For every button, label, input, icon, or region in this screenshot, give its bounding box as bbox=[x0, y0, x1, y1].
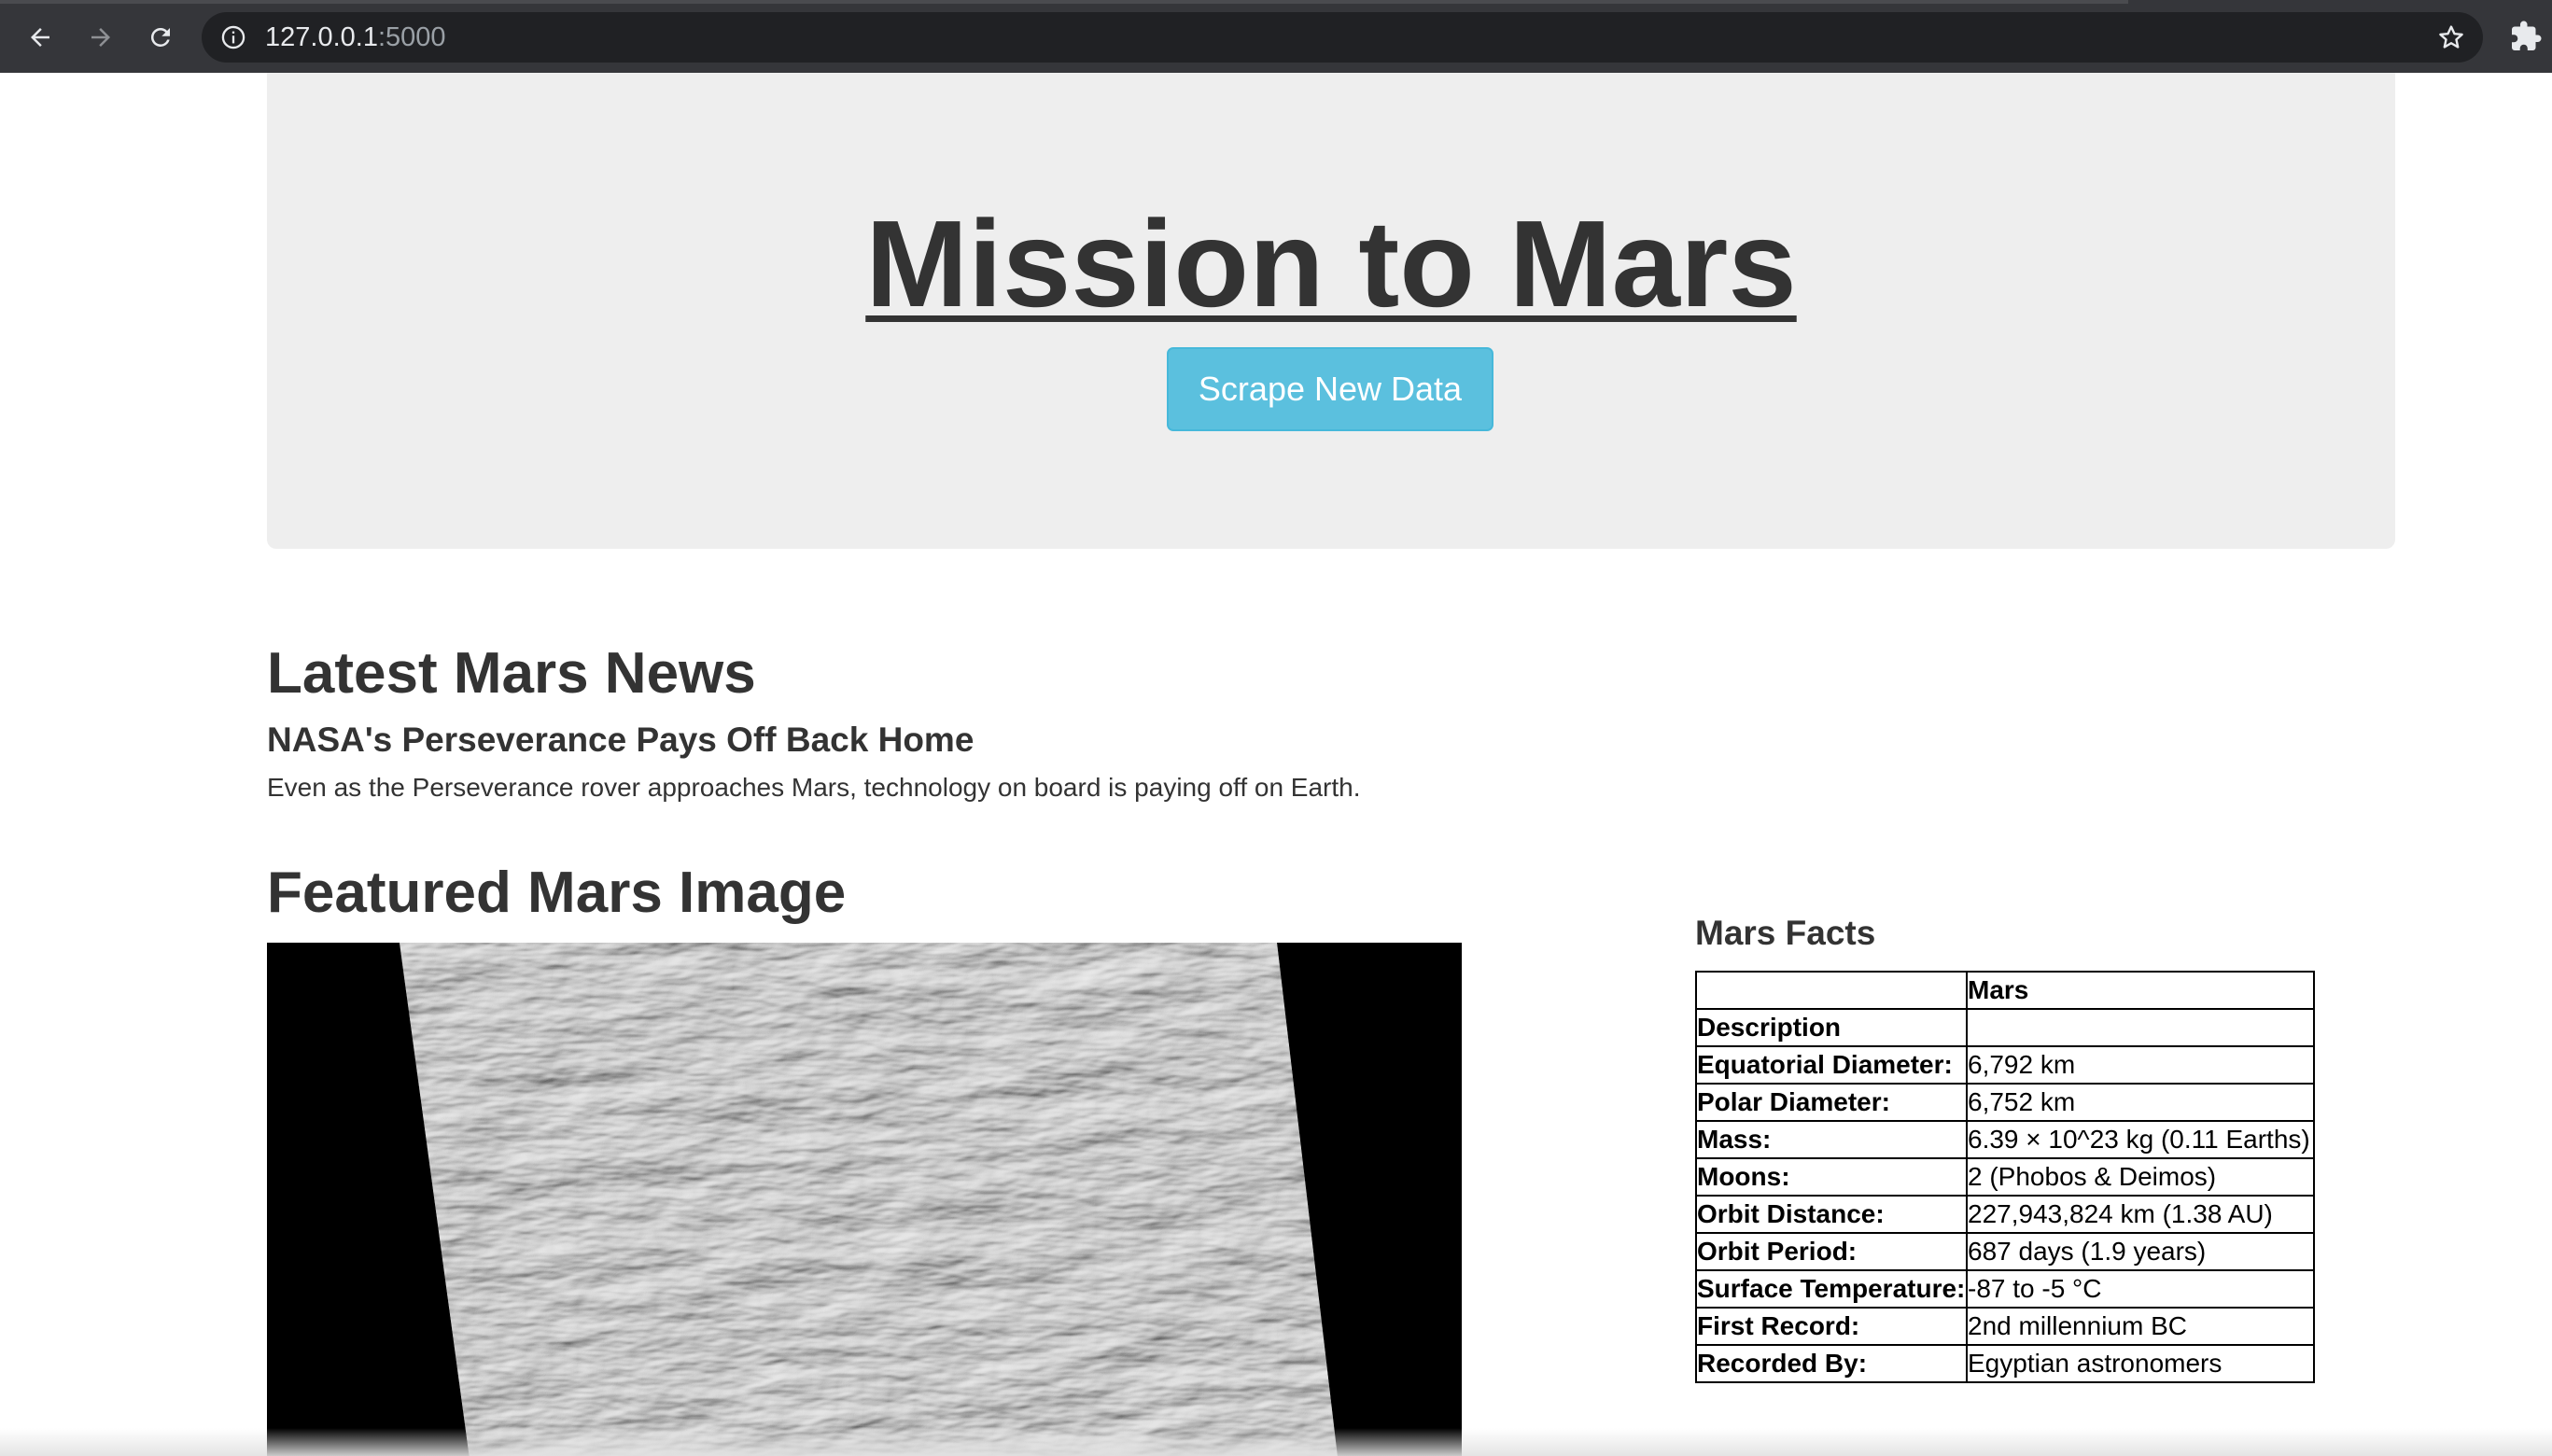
row-value: 6,792 km bbox=[1966, 1045, 2315, 1085]
featured-mars-image bbox=[267, 943, 1462, 1456]
forward-button[interactable] bbox=[80, 17, 121, 58]
row-value: 6.39 × 10^23 kg (0.11 Earths) bbox=[1966, 1120, 2315, 1159]
scrape-new-data-button[interactable]: Scrape New Data bbox=[1167, 347, 1493, 431]
table-row: Description bbox=[1695, 1008, 2315, 1047]
table-row: Mass: 6.39 × 10^23 kg (0.11 Earths) bbox=[1695, 1120, 2315, 1159]
row-value: 2 (Phobos & Deimos) bbox=[1966, 1157, 2315, 1197]
row-label: Recorded By: bbox=[1695, 1344, 1968, 1383]
news-teaser: Even as the Perseverance rover approache… bbox=[267, 773, 1361, 802]
news-section-heading: Latest Mars News bbox=[267, 641, 756, 706]
row-label: First Record: bbox=[1695, 1307, 1968, 1346]
table-header-row: Mars bbox=[1695, 971, 2315, 1010]
table-row: Polar Diameter: 6,752 km bbox=[1695, 1083, 2315, 1122]
table-row: Orbit Distance: 227,943,824 km (1.38 AU) bbox=[1695, 1195, 2315, 1234]
row-label: Polar Diameter: bbox=[1695, 1083, 1968, 1122]
table-header-mars: Mars bbox=[1966, 971, 2315, 1010]
table-row: Moons: 2 (Phobos & Deimos) bbox=[1695, 1157, 2315, 1197]
mars-facts-table: Mars Description Equatorial Diameter: 6,… bbox=[1695, 971, 2315, 1383]
table-row: Surface Temperature: -87 to -5 °C bbox=[1695, 1269, 2315, 1309]
back-arrow-icon bbox=[31, 28, 49, 47]
window-bottom-shadow bbox=[0, 1428, 2552, 1456]
row-value: 2nd millennium BC bbox=[1966, 1307, 2315, 1346]
table-header-empty bbox=[1695, 971, 1968, 1010]
tab-strip-edge bbox=[0, 0, 2128, 4]
row-label: Orbit Distance: bbox=[1695, 1195, 1968, 1234]
table-row: First Record: 2nd millennium BC bbox=[1695, 1307, 2315, 1346]
table-row: Equatorial Diameter: 6,792 km bbox=[1695, 1045, 2315, 1085]
back-button[interactable] bbox=[20, 17, 61, 58]
row-value: Egyptian astronomers bbox=[1966, 1344, 2315, 1383]
row-label: Moons: bbox=[1695, 1157, 1968, 1197]
row-label: Mass: bbox=[1695, 1120, 1968, 1159]
jumbotron-header: Mission to Mars Scrape New Data bbox=[267, 73, 2395, 549]
page-title[interactable]: Mission to Mars bbox=[267, 194, 2395, 334]
news-title: NASA's Perseverance Pays Off Back Home bbox=[267, 721, 975, 759]
star-icon[interactable] bbox=[2436, 22, 2466, 52]
address-bar[interactable]: 127.0.0.1:5000 bbox=[202, 12, 2483, 63]
table-row: Recorded By: Egyptian astronomers bbox=[1695, 1344, 2315, 1383]
row-value: -87 to -5 °C bbox=[1966, 1269, 2315, 1309]
info-icon[interactable] bbox=[220, 24, 246, 50]
url-port: :5000 bbox=[377, 22, 446, 52]
browser-toolbar: 127.0.0.1:5000 bbox=[0, 0, 2552, 73]
page-content: Mission to Mars Scrape New Data Latest M… bbox=[0, 73, 2552, 1456]
row-value bbox=[1966, 1008, 2315, 1047]
row-value: 687 days (1.9 years) bbox=[1966, 1232, 2315, 1271]
reload-icon bbox=[150, 27, 170, 47]
row-label: Orbit Period: bbox=[1695, 1232, 1968, 1271]
featured-image-heading: Featured Mars Image bbox=[267, 861, 847, 925]
row-label: Surface Temperature: bbox=[1695, 1269, 1968, 1309]
forward-arrow-icon bbox=[91, 28, 110, 47]
reload-button[interactable] bbox=[140, 17, 181, 58]
mars-facts-heading: Mars Facts bbox=[1695, 914, 1876, 952]
url-text[interactable]: 127.0.0.1:5000 bbox=[265, 21, 446, 53]
row-label: Description bbox=[1695, 1008, 1968, 1047]
url-host: 127.0.0.1 bbox=[265, 22, 378, 52]
table-row: Orbit Period: 687 days (1.9 years) bbox=[1695, 1232, 2315, 1271]
row-label: Equatorial Diameter: bbox=[1695, 1045, 1968, 1085]
extensions-puzzle-icon[interactable] bbox=[2509, 20, 2543, 53]
row-value: 6,752 km bbox=[1966, 1083, 2315, 1122]
row-value: 227,943,824 km (1.38 AU) bbox=[1966, 1195, 2315, 1234]
